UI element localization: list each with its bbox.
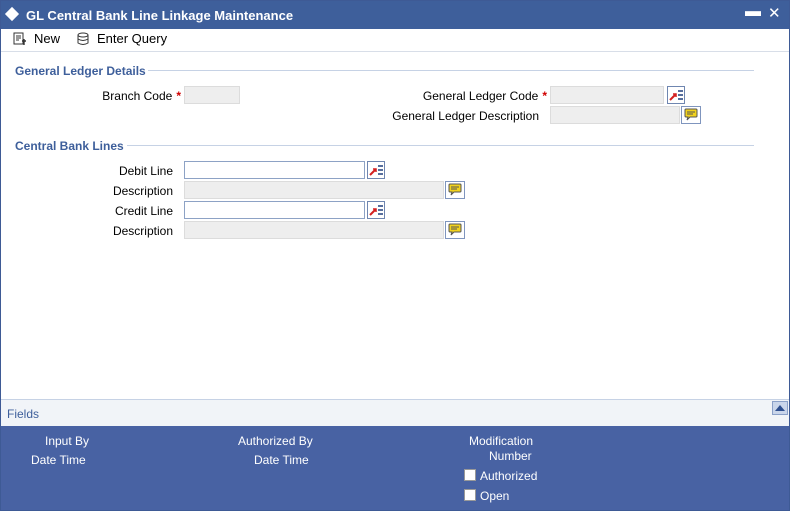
general-ledger-code-label: General Ledger Code *: [422, 89, 547, 103]
credit-line-field[interactable]: [184, 201, 365, 219]
fields-link[interactable]: Fields: [7, 407, 39, 421]
modification-label: Modification: [469, 434, 534, 448]
new-label: New: [34, 31, 61, 46]
description-icon: [448, 183, 462, 196]
section-divider: [127, 145, 754, 146]
modification-number-label: Number: [489, 449, 532, 463]
enter-query-label: Enter Query: [97, 31, 168, 46]
general-ledger-description-field[interactable]: [550, 106, 680, 124]
close-icon[interactable]: ✕: [768, 4, 781, 22]
debit-line-lov-button[interactable]: [367, 161, 385, 179]
minimize-icon[interactable]: ▬: [745, 3, 761, 21]
authorized-by-label: Authorized By: [238, 434, 313, 448]
authorized-checkbox[interactable]: [464, 469, 476, 481]
credit-line-label: Credit Line: [114, 204, 173, 218]
debit-line-label: Debit Line: [118, 164, 173, 178]
branch-code-label: Branch Code *: [102, 89, 181, 103]
debit-description-label: Description: [112, 184, 173, 198]
collapse-icon[interactable]: [772, 401, 788, 415]
input-by-label: Input By: [45, 434, 90, 448]
branch-code-field[interactable]: [184, 86, 240, 104]
authorized-checkbox-label: Authorized: [480, 469, 538, 483]
list-of-values-icon: [669, 90, 683, 101]
toolbar: New Enter Query: [1, 29, 789, 52]
open-checkbox-label: Open: [480, 489, 510, 503]
gl-description-button[interactable]: [681, 106, 701, 124]
general-ledger-code-field[interactable]: [550, 86, 664, 104]
debit-line-field[interactable]: [184, 161, 365, 179]
list-of-values-icon: [369, 165, 383, 176]
debit-description-field[interactable]: [184, 181, 444, 199]
authorized-date-time-label: Date Time: [254, 453, 309, 467]
central-bank-lines-title: Central Bank Lines: [15, 139, 124, 153]
open-checkbox[interactable]: [464, 489, 476, 501]
credit-description-field[interactable]: [184, 221, 444, 239]
section-divider: [148, 70, 754, 71]
title-bar: GL Central Bank Line Linkage Maintenance…: [1, 1, 789, 29]
fields-bar: Fields: [1, 399, 789, 426]
list-of-values-icon: [369, 205, 383, 216]
required-marker: *: [542, 89, 547, 103]
credit-description-label: Description: [112, 224, 173, 238]
general-ledger-details-title: General Ledger Details: [15, 64, 146, 78]
audit-panel: Input By Date Time Authorized By Date Ti…: [1, 426, 789, 510]
debit-description-button[interactable]: [445, 181, 465, 199]
general-ledger-description-label: General Ledger Description: [392, 109, 539, 123]
gl-code-lov-button[interactable]: [667, 86, 685, 104]
enter-query-button[interactable]: Enter Query: [76, 30, 168, 48]
credit-line-lov-button[interactable]: [367, 201, 385, 219]
window-title: GL Central Bank Line Linkage Maintenance: [26, 8, 294, 23]
new-button[interactable]: New: [13, 30, 63, 48]
credit-description-button[interactable]: [445, 221, 465, 239]
enter-query-icon: [77, 32, 89, 45]
new-icon: [13, 32, 26, 45]
main-window: GL Central Bank Line Linkage Maintenance…: [0, 0, 790, 511]
description-icon: [684, 108, 698, 121]
input-date-time-label: Date Time: [31, 453, 86, 467]
required-marker: *: [176, 89, 181, 103]
description-icon: [448, 223, 462, 236]
window-diamond-icon: [4, 6, 20, 22]
